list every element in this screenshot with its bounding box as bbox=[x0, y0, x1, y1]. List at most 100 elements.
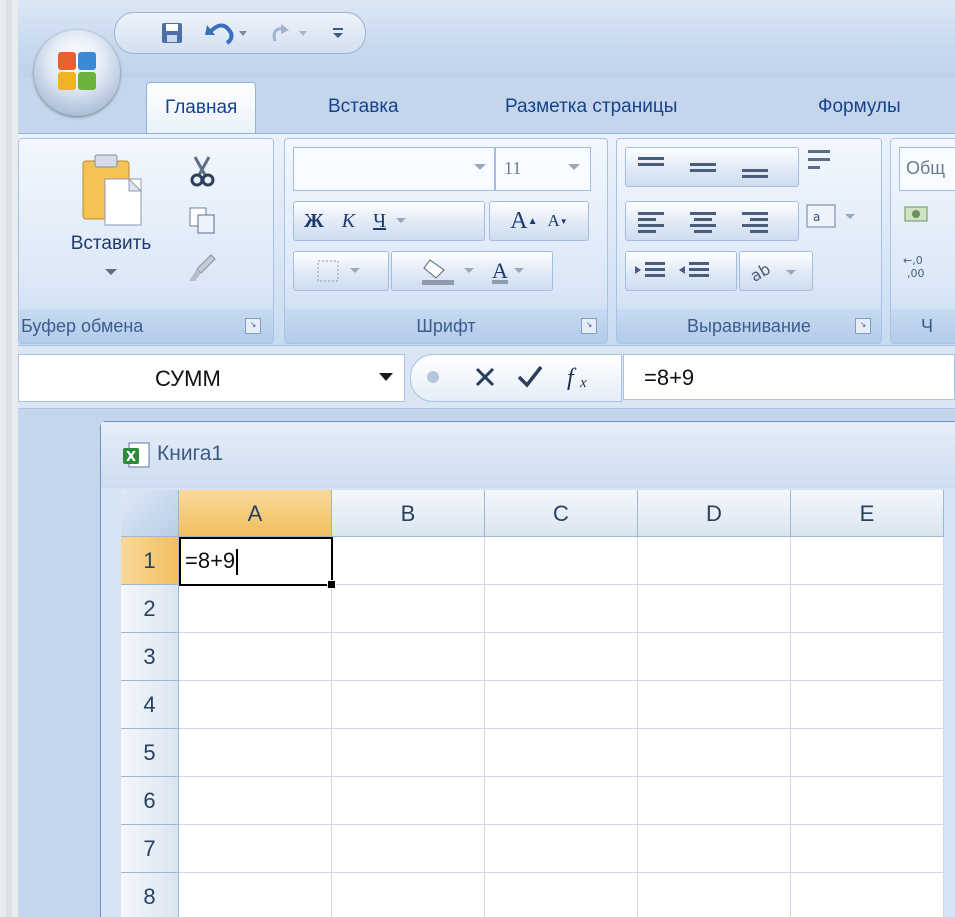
borders-button[interactable] bbox=[293, 251, 389, 291]
office-logo-icon bbox=[58, 52, 96, 90]
orientation-icon: ab bbox=[747, 259, 796, 284]
formula-bar: СУММ f x =8+9 bbox=[18, 345, 955, 409]
font-dialog-launcher[interactable]: ↘ bbox=[581, 318, 597, 334]
font-color-dropdown-icon bbox=[513, 268, 524, 273]
workbook-title-bar: X Книга1 bbox=[101, 422, 955, 488]
redo-button[interactable] bbox=[265, 19, 313, 47]
svg-text:ab: ab bbox=[747, 259, 774, 284]
row-header-4[interactable]: 4 bbox=[121, 681, 179, 729]
font-name-field[interactable] bbox=[293, 147, 495, 191]
name-box-dropdown-icon[interactable] bbox=[379, 373, 393, 383]
cells-area: =8+9 bbox=[179, 537, 944, 917]
font-name-dropdown-icon bbox=[474, 164, 486, 170]
fill-color-icon[interactable] bbox=[420, 256, 490, 286]
vertical-alignment-buttons bbox=[625, 147, 799, 187]
tab-page-layout[interactable]: Разметка страницы bbox=[505, 78, 677, 133]
fill-and-font-color-buttons: A bbox=[391, 251, 553, 291]
row-header-2[interactable]: 2 bbox=[121, 585, 179, 633]
enter-button[interactable] bbox=[515, 361, 549, 395]
wrap-text-icon bbox=[808, 150, 830, 169]
decimal-button[interactable]: ←,0 ,00 bbox=[901, 251, 941, 289]
merge-center-button[interactable]: a bbox=[805, 201, 865, 239]
copy-button[interactable] bbox=[187, 205, 227, 241]
text-cursor bbox=[236, 549, 239, 576]
italic-button[interactable]: К bbox=[342, 210, 355, 233]
cell-c1[interactable] bbox=[485, 537, 638, 585]
workbook-window: X Книга1 A B C D E 1 2 3 4 5 6 7 8 =8+9 bbox=[100, 421, 955, 917]
clipboard-dialog-launcher[interactable]: ↘ bbox=[245, 318, 261, 334]
column-header-e[interactable]: E bbox=[791, 490, 944, 537]
font-size-dropdown-icon bbox=[568, 164, 580, 170]
dropdown-arrow-icon bbox=[333, 28, 343, 38]
column-header-b[interactable]: B bbox=[332, 490, 485, 537]
currency-button[interactable] bbox=[901, 201, 941, 239]
row-header-7[interactable]: 7 bbox=[121, 825, 179, 873]
row-header-3[interactable]: 3 bbox=[121, 633, 179, 681]
paste-label: Вставить bbox=[70, 233, 152, 254]
cell-e1[interactable] bbox=[791, 537, 944, 585]
cell-a1[interactable]: =8+9 bbox=[179, 537, 333, 586]
tab-insert[interactable]: Вставка bbox=[328, 78, 399, 133]
svg-text:f: f bbox=[567, 365, 577, 391]
font-color-button[interactable]: A bbox=[492, 258, 508, 284]
cancel-button[interactable] bbox=[471, 361, 503, 395]
number-format-field[interactable]: Общ bbox=[899, 147, 955, 191]
paste-button[interactable]: Вставить bbox=[61, 147, 161, 287]
save-button[interactable] bbox=[157, 19, 187, 47]
wrap-text-button[interactable] bbox=[805, 147, 841, 185]
font-style-buttons: Ж К Ч bbox=[293, 201, 485, 241]
undo-icon bbox=[205, 23, 247, 45]
select-all-corner[interactable] bbox=[121, 490, 179, 537]
underline-button[interactable]: Ч bbox=[373, 210, 386, 233]
merge-icon: a bbox=[806, 204, 855, 228]
increase-decimal-icon: ←,0 ,00 bbox=[903, 254, 925, 280]
cell-b1[interactable] bbox=[332, 537, 485, 585]
insert-function-button[interactable]: f x bbox=[563, 359, 603, 397]
row-header-6[interactable]: 6 bbox=[121, 777, 179, 825]
bold-button[interactable]: Ж bbox=[304, 210, 324, 233]
align-top-icon[interactable] bbox=[632, 154, 792, 180]
font-size-field[interactable]: 11 bbox=[495, 147, 591, 191]
shrink-font-button[interactable]: A bbox=[548, 211, 560, 231]
office-button[interactable] bbox=[34, 30, 120, 116]
row-6-cells[interactable] bbox=[179, 777, 944, 825]
font-size-change-buttons: A ▲ A ▼ bbox=[489, 201, 589, 241]
row-3-cells[interactable] bbox=[179, 633, 944, 681]
align-left-icon[interactable] bbox=[632, 208, 792, 234]
borders-icon bbox=[317, 260, 360, 282]
indent-icon[interactable] bbox=[631, 258, 731, 284]
row-2-cells[interactable] bbox=[179, 585, 944, 633]
ribbon-tabs: Главная Вставка Разметка страницы Формул… bbox=[18, 78, 955, 135]
row-4-cells[interactable] bbox=[179, 681, 944, 729]
column-header-d[interactable]: D bbox=[638, 490, 791, 537]
name-box[interactable]: СУММ bbox=[18, 354, 405, 402]
formula-input[interactable]: =8+9 bbox=[623, 354, 955, 400]
row-header-5[interactable]: 5 bbox=[121, 729, 179, 777]
alignment-dialog-launcher[interactable]: ↘ bbox=[855, 318, 871, 334]
scissors-icon bbox=[190, 156, 215, 187]
fill-handle[interactable] bbox=[327, 580, 336, 589]
orientation-button[interactable]: ab bbox=[739, 251, 813, 291]
svg-text:,00: ,00 bbox=[907, 267, 925, 280]
row-header-1[interactable]: 1 bbox=[121, 537, 179, 585]
undo-button[interactable] bbox=[203, 19, 251, 47]
row-8-cells[interactable] bbox=[179, 873, 944, 917]
cut-button[interactable] bbox=[187, 155, 227, 191]
excel-document-icon: X bbox=[123, 442, 150, 468]
format-painter-button[interactable] bbox=[187, 253, 227, 289]
grow-font-button[interactable]: A bbox=[510, 208, 527, 235]
save-icon bbox=[162, 23, 182, 43]
cell-d1[interactable] bbox=[638, 537, 791, 585]
column-header-a[interactable]: A bbox=[179, 490, 332, 537]
row-7-cells[interactable] bbox=[179, 825, 944, 873]
tab-home[interactable]: Главная bbox=[146, 82, 257, 135]
column-header-c[interactable]: C bbox=[485, 490, 638, 537]
close-icon bbox=[475, 367, 495, 387]
row-header-8[interactable]: 8 bbox=[121, 873, 179, 917]
row-5-cells[interactable] bbox=[179, 729, 944, 777]
customize-qat-button[interactable] bbox=[323, 19, 353, 47]
indent-buttons bbox=[625, 251, 737, 291]
formula-bar-grip[interactable] bbox=[427, 371, 439, 383]
font-group-label: Шрифт bbox=[285, 309, 607, 343]
tab-formulas[interactable]: Формулы bbox=[818, 78, 901, 133]
